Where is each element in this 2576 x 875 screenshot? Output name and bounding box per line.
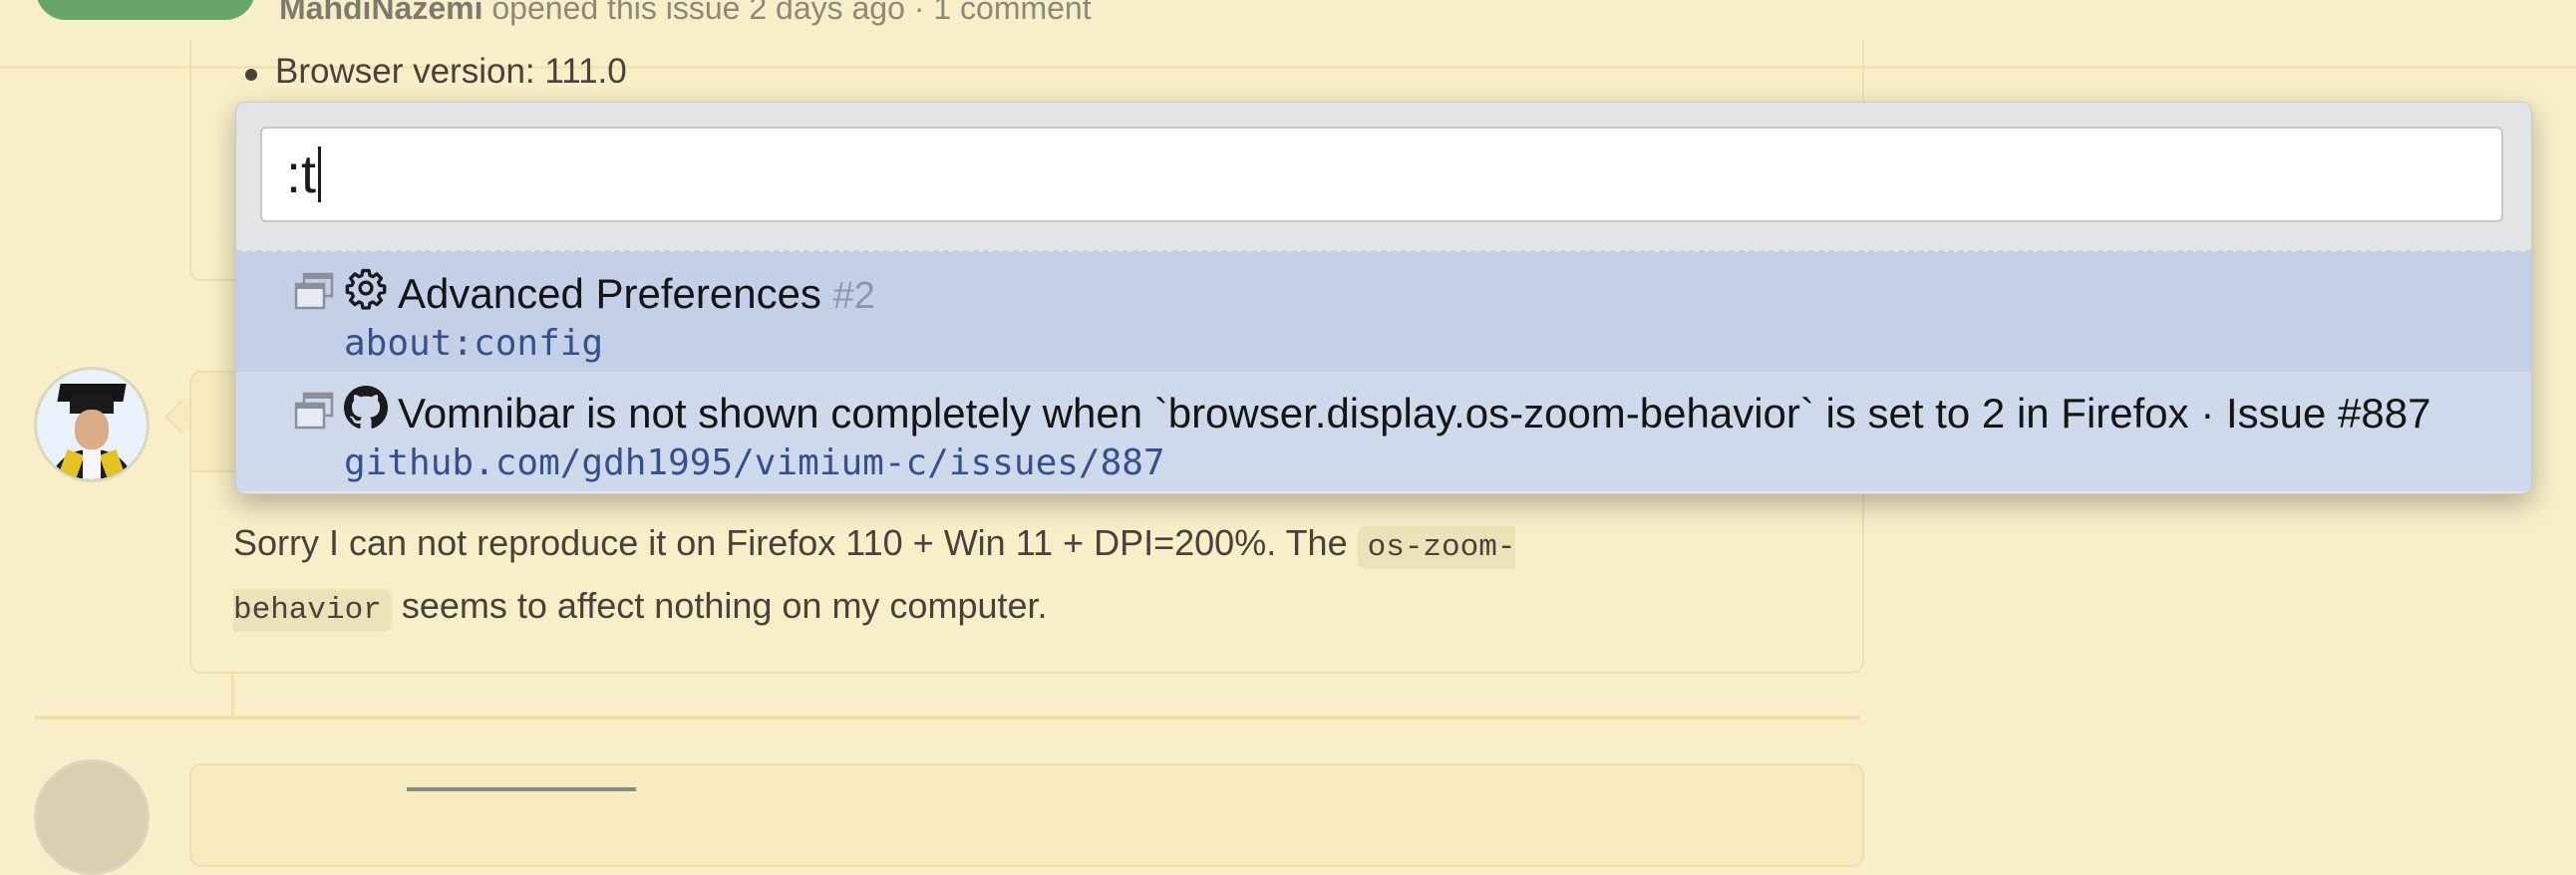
comment-body: Sorry I can not reproduce it on Firefox … bbox=[233, 514, 1669, 640]
tab-number: #2 bbox=[832, 275, 875, 317]
vomnibar-suggestions: Advanced Preferences #2 about:config Vom… bbox=[236, 250, 2531, 491]
vomnibar-input[interactable]: :t bbox=[260, 127, 2503, 222]
vomnibar-query: :t bbox=[286, 145, 317, 204]
timeline-line bbox=[231, 672, 234, 720]
comment-text-start: Sorry I can not reproduce it on Firefox … bbox=[233, 522, 1358, 563]
suggestion-item[interactable]: Advanced Preferences #2 about:config bbox=[236, 252, 2531, 372]
suggestion-url: github.com/gdh1995/vimium-c/issues/887 bbox=[344, 442, 1165, 483]
suggestion-title-text: Advanced Preferences bbox=[398, 270, 821, 317]
next-commenter-avatar[interactable] bbox=[34, 759, 150, 875]
github-icon bbox=[344, 386, 388, 429]
text-caret bbox=[318, 146, 322, 202]
issue-meta: MahdiNazemi opened this issue 2 days ago… bbox=[279, 0, 1092, 27]
next-comment-card bbox=[189, 763, 1864, 867]
suggestion-url: about:config bbox=[344, 323, 604, 364]
issue-author-link[interactable]: MahdiNazemi bbox=[279, 0, 483, 26]
tab-icon bbox=[294, 272, 334, 310]
suggestion-item[interactable]: Vomnibar is not shown completely when `b… bbox=[236, 372, 2531, 491]
comment-text-end: seems to affect nothing on my computer. bbox=[391, 585, 1048, 626]
issue-bullet-item: Browser version: 111.0 bbox=[245, 52, 627, 91]
tab-icon bbox=[294, 392, 334, 430]
suggestion-title-text: Vomnibar is not shown completely when `b… bbox=[398, 390, 2431, 437]
vomnibar: :t Advanced Preferences #2 about:config bbox=[235, 102, 2532, 494]
gear-icon bbox=[345, 268, 387, 310]
suggestion-title: Advanced Preferences #2 bbox=[398, 268, 2481, 322]
timeline-divider bbox=[34, 716, 1860, 720]
suggestion-title: Vomnibar is not shown completely when `b… bbox=[398, 388, 2481, 439]
issue-opened-text: opened this issue 2 days ago · 1 comment bbox=[491, 0, 1092, 26]
issue-state-badge bbox=[36, 0, 255, 20]
commenter-avatar[interactable] bbox=[34, 367, 150, 482]
